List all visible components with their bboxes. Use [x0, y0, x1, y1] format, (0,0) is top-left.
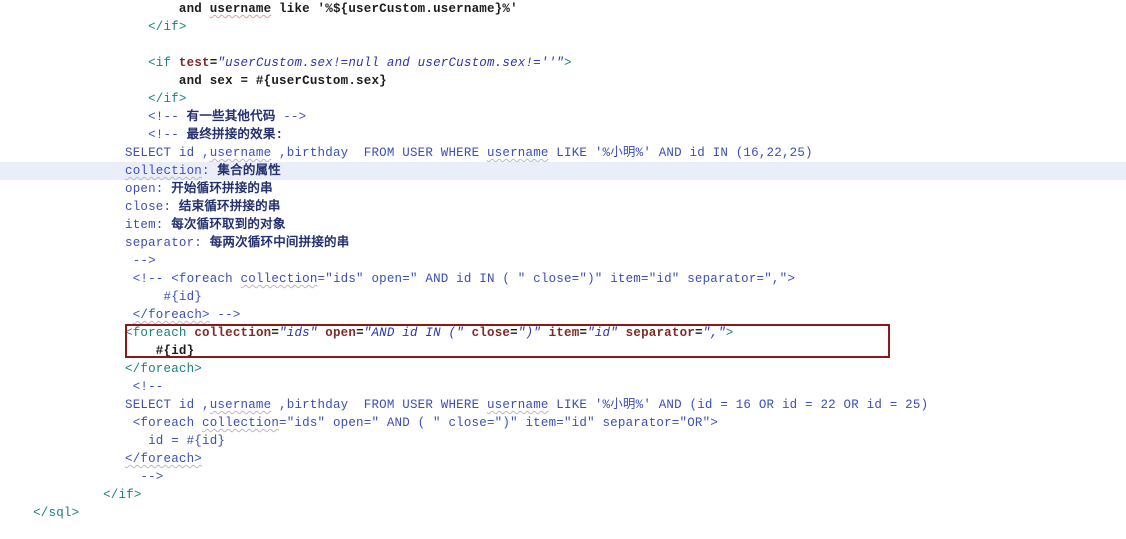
comment-collection: collection: 集合的属性	[125, 164, 281, 178]
code-line[interactable]: </foreach>	[0, 450, 1126, 468]
if-close-tag: </if>	[125, 20, 187, 34]
comment-foreach-close: </foreach> -->	[132, 308, 241, 322]
attr-separator-value: ","	[702, 326, 726, 340]
comment-other-code: <!-- 有一些其他代码 -->	[125, 110, 307, 124]
code-line[interactable]: </sql>	[0, 504, 1126, 522]
attr-test: test	[178, 56, 210, 70]
code-line[interactable]: close: 结束循环拼接的串	[0, 198, 1126, 216]
attr-close: close	[471, 326, 511, 340]
comment-foreach-close-2: </foreach>	[125, 452, 203, 466]
code-line[interactable]: <!-- 有一些其他代码 -->	[0, 108, 1126, 126]
comment-end-marker: -->	[125, 254, 156, 268]
code-line[interactable]: -->	[0, 468, 1126, 486]
el-id-token: #{id}	[125, 344, 195, 358]
code-line[interactable]: </foreach> -->	[0, 306, 1126, 324]
code-line[interactable]: </if>	[0, 90, 1126, 108]
editor-bottom-strip	[0, 531, 1126, 539]
attr-open-value: "AND id IN ("	[363, 326, 464, 340]
code-line[interactable]: <foreach collection="ids" open=" AND ( "…	[0, 414, 1126, 432]
code-editor-surface[interactable]: and username like '%${userCustom.usernam…	[0, 0, 1126, 539]
if-close-tag-final: </if>	[80, 488, 142, 502]
code-line[interactable]: id = #{id}	[0, 432, 1126, 450]
attr-item: item	[548, 326, 580, 340]
foreach-open-tag: <foreach	[125, 326, 187, 340]
if-close-tag: </if>	[125, 92, 187, 106]
code-line[interactable]: item: 每次循环取到的对象	[0, 216, 1126, 234]
code-line[interactable]: and username like '%${userCustom.usernam…	[0, 0, 1126, 18]
comment-separator: separator: 每两次循环中间拼接的串	[125, 236, 350, 250]
comment-id-assign: id = #{id}	[125, 434, 226, 448]
comment-el-id: #{id}	[125, 290, 203, 304]
code-line-foreach-close[interactable]: </foreach>	[0, 360, 1126, 378]
sql-close-tag: </sql>	[10, 506, 80, 520]
attr-open: open	[325, 326, 357, 340]
foreach-close-tag: </foreach>	[125, 362, 203, 376]
code-lines-container: and username like '%${userCustom.usernam…	[0, 0, 1126, 522]
comment-final-effect: <!-- 最终拼接的效果:	[125, 128, 284, 142]
attr-test-value: "userCustom.sex!=null and userCustom.sex…	[217, 56, 564, 70]
code-line[interactable]: </if>	[0, 486, 1126, 504]
attr-close-value: ")"	[517, 326, 541, 340]
comment-close: close: 结束循环拼接的串	[125, 200, 281, 214]
code-line[interactable]: separator: 每两次循环中间拼接的串	[0, 234, 1126, 252]
code-line[interactable]: -->	[0, 252, 1126, 270]
code-line[interactable]: </if>	[0, 18, 1126, 36]
attr-collection: collection	[194, 326, 272, 340]
code-line[interactable]: SELECT id ,username ,birthday FROM USER …	[0, 396, 1126, 414]
code-line-foreach-open[interactable]: <foreach collection="ids" open="AND id I…	[0, 324, 1126, 342]
comment-sql-in: SELECT id ,username ,birthday FROM USER …	[125, 146, 813, 160]
comment-sql-or: SELECT id ,username ,birthday FROM USER …	[125, 398, 929, 412]
code-line[interactable]: SELECT id ,username ,birthday FROM USER …	[0, 144, 1126, 162]
if-open-tag: <if	[125, 56, 172, 70]
comment-open: open: 开始循环拼接的串	[125, 182, 273, 196]
code-line[interactable]: <!--	[0, 378, 1126, 396]
code-line-highlighted[interactable]: collection: 集合的属性	[0, 162, 1126, 180]
code-line-blank[interactable]	[0, 36, 1126, 54]
code-line[interactable]: and sex = #{userCustom.sex}	[0, 72, 1126, 90]
code-line[interactable]: <!-- 最终拼接的效果:	[0, 126, 1126, 144]
attr-collection-value: "ids"	[279, 326, 318, 340]
attr-item-value: "id"	[587, 326, 618, 340]
comment-foreach-in: <!-- <foreach collection="ids" open=" AN…	[125, 272, 796, 286]
comment-item: item: 每次循环取到的对象	[125, 218, 286, 232]
comment-open-marker: <!--	[125, 380, 164, 394]
comment-close-marker: -->	[125, 470, 164, 484]
code-token-text: and sex = #{userCustom.sex}	[125, 74, 387, 88]
code-line[interactable]: <!-- <foreach collection="ids" open=" AN…	[0, 270, 1126, 288]
code-line[interactable]: #{id}	[0, 288, 1126, 306]
code-line[interactable]: <if test="userCustom.sex!=null and userC…	[0, 54, 1126, 72]
code-line-el-id[interactable]: #{id}	[0, 342, 1126, 360]
code-token-text: and username like '%${userCustom.usernam…	[125, 2, 518, 16]
attr-separator: separator	[625, 326, 695, 340]
comment-foreach-or: <foreach collection="ids" open=" AND ( "…	[125, 416, 719, 430]
code-line[interactable]: open: 开始循环拼接的串	[0, 180, 1126, 198]
